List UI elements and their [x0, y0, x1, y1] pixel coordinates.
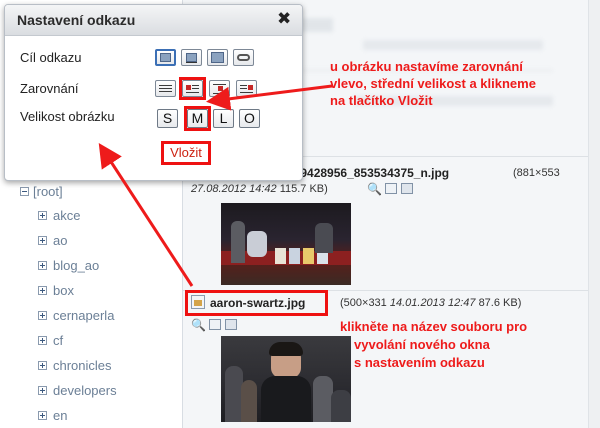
arrow-to-dialog: [98, 142, 194, 287]
annotation-arrows: [98, 84, 333, 287]
arrow-to-align-button: [206, 84, 333, 111]
